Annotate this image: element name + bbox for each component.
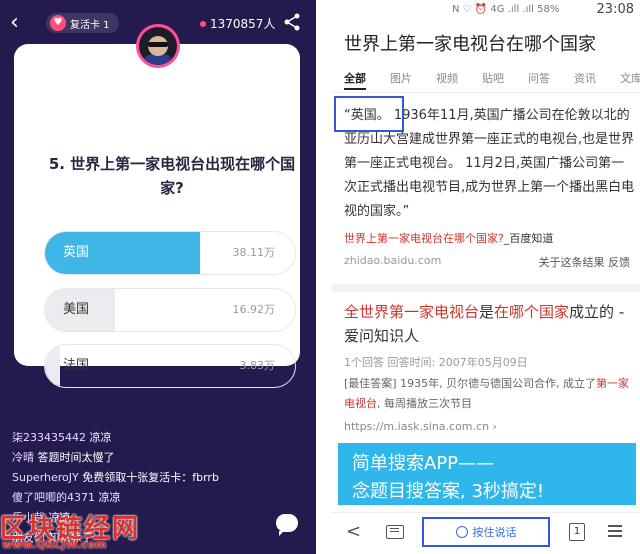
panel-divider [316, 0, 332, 554]
answer-option[interactable]: 法国 3.83万 [44, 344, 296, 388]
live-dot-icon [200, 20, 206, 27]
tab-qa[interactable]: 问答 [528, 70, 574, 86]
result-meta: zhidao.baidu.com 关于这条结果 反馈 [344, 254, 634, 270]
back-arrow-icon[interactable]: ‹ [10, 12, 30, 34]
share-icon[interactable] [283, 13, 301, 31]
search-app-panel: N ♡ ⏰ 4G .ıll .ıll 58% 23:08 世界上第一家电视台在哪… [332, 0, 640, 554]
viewer-count: 1370857人 [200, 15, 275, 32]
banner-line: 简单搜索APP—— [352, 453, 495, 474]
page-count-icon[interactable]: 1 [569, 523, 585, 541]
bottom-toolbar: < 按住说话 1 [332, 512, 640, 554]
voice-input-label: 按住说话 [472, 526, 517, 539]
viewer-count-label: 1370857人 [210, 17, 276, 31]
screenshot-root: ‹ ♥ 复活卡 1 1370857人 5. 世界上第一家电视台出现在哪个国家? … [0, 0, 640, 554]
status-icons: N ♡ ⏰ 4G .ıll .ıll 58% [452, 4, 560, 15]
watermark-url: www.QKCJW.com [2, 538, 107, 551]
result-url[interactable]: https://m.iask.sina.com.cn › [344, 420, 497, 433]
result-title[interactable]: 全世界第一家电视台是在哪个国家成立的 - 爱问知识人 [344, 300, 636, 348]
chat-message: 柒233435442 凉凉 [12, 431, 112, 444]
answer-count: 3.83万 [239, 359, 276, 372]
tab-images[interactable]: 图片 [390, 70, 436, 86]
status-bar: N ♡ ⏰ 4G .ıll .ıll 58% 23:08 [332, 0, 640, 22]
status-time: 23:08 [596, 2, 634, 17]
tab-video[interactable]: 视频 [436, 70, 482, 86]
divider [332, 284, 640, 292]
result-actions[interactable]: 关于这条结果 反馈 [539, 254, 631, 270]
answer-count: 16.92万 [232, 303, 276, 316]
active-tab-indicator [344, 88, 366, 90]
result-snippet: [最佳答案] 1935年, 贝尔德与德国公司合作, 成立了第一家电视台, 每周播… [344, 377, 630, 410]
revive-card-badge[interactable]: ♥ 复活卡 1 [46, 13, 119, 33]
keyboard-icon[interactable] [386, 525, 404, 539]
answer-count: 38.11万 [232, 246, 276, 259]
voice-input-button[interactable]: 按住说话 [422, 517, 550, 547]
banner-line: 念题目搜答案, 3秒搞定! [352, 481, 545, 502]
tab-news[interactable]: 资讯 [574, 70, 620, 86]
answer-label: 英国 [63, 245, 90, 260]
chat-bubble-icon[interactable] [276, 514, 298, 536]
tab-tieba[interactable]: 贴吧 [482, 70, 528, 86]
host-avatar [136, 24, 180, 68]
answer-fill [45, 345, 60, 387]
back-icon[interactable]: < [346, 521, 361, 542]
heart-icon: ♥ [50, 15, 66, 31]
chat-message: SuperheroJY 免费领取十张复活卡：fbrrb [12, 471, 219, 484]
search-tabs: 全部 图片 视频 贴吧 问答 资讯 文库 [344, 70, 640, 86]
menu-icon[interactable] [608, 525, 622, 537]
tab-all[interactable]: 全部 [344, 70, 390, 86]
chat-message: 傻了吧唧的4371 凉凉 [12, 491, 121, 504]
question-text: 5. 世界上第一家电视台出现在哪个国家? [48, 155, 296, 197]
answer-label: 美国 [63, 302, 90, 317]
result-link[interactable]: 世界上第一家电视台在哪个国家?_百度知道 [344, 230, 553, 246]
chat-message: 冷晴 答题时间太慢了 [12, 451, 115, 464]
answer-option[interactable]: 美国 16.92万 [44, 288, 296, 332]
result-source: zhidao.baidu.com [344, 254, 442, 267]
revive-card-label: 复活卡 1 [70, 19, 110, 31]
quiz-app-panel: ‹ ♥ 复活卡 1 1370857人 5. 世界上第一家电视台出现在哪个国家? … [0, 0, 316, 554]
answer-label: 法国 [63, 358, 90, 373]
search-query-title: 世界上第一家电视台在哪个国家 [344, 34, 596, 55]
tab-library[interactable]: 文库 [620, 70, 640, 86]
result-meta: 1个回答 回答时间: 2007年05月09日 [344, 356, 528, 369]
promo-banner[interactable]: 简单搜索APP—— 念题目搜答案, 3秒搞定! [338, 443, 636, 505]
divider [332, 92, 640, 93]
highlight-box [334, 96, 404, 132]
answer-option[interactable]: 英国 38.11万 [44, 231, 296, 275]
question-card: 5. 世界上第一家电视台出现在哪个国家? 英国 38.11万 美国 16.92万… [14, 44, 300, 388]
microphone-icon [455, 526, 468, 538]
